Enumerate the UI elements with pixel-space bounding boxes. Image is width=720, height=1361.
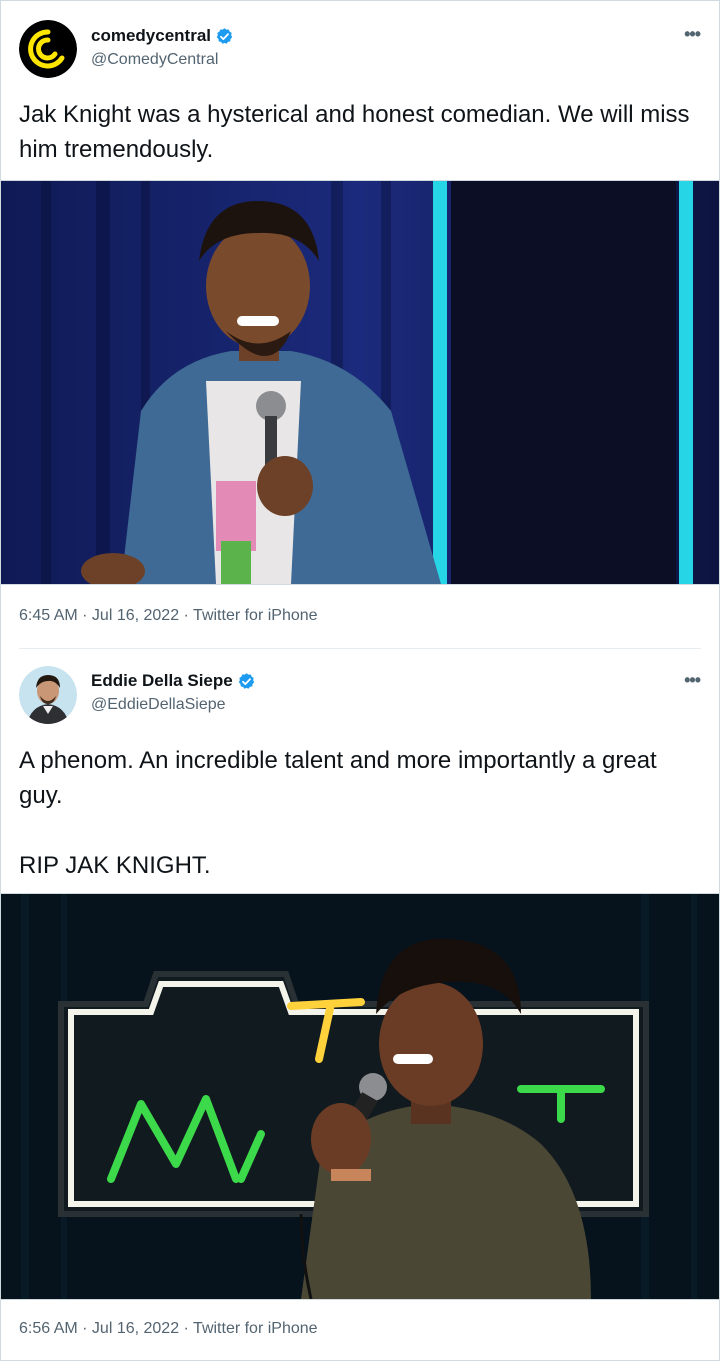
- tweet-time[interactable]: 6:56 AM: [19, 1320, 78, 1337]
- tweet-text: Jak Knight was a hysterical and honest c…: [19, 101, 697, 163]
- meta-separator: ·: [77, 607, 92, 624]
- verified-badge-icon: [238, 672, 254, 689]
- comedian-on-stage-photo: [1, 181, 719, 584]
- tweet-metadata[interactable]: 6:56 AM · Jul 16, 2022 · Twitter for iPh…: [19, 1320, 318, 1338]
- tweet-card[interactable]: comedycentral @ComedyCentral ••• Jak Kni…: [0, 0, 720, 650]
- tweet-date[interactable]: Jul 16, 2022: [92, 607, 179, 624]
- more-horizontal-icon[interactable]: •••: [684, 24, 701, 45]
- meta-separator: ·: [179, 1320, 194, 1337]
- tweet-time[interactable]: 6:45 AM: [19, 607, 78, 624]
- comedy-central-logo-icon: [19, 20, 77, 78]
- author-row[interactable]: Eddie Della Siepe: [91, 671, 256, 691]
- meta-separator: ·: [179, 607, 194, 624]
- comedian-neon-sign-photo: [1, 894, 719, 1299]
- tweet-date[interactable]: Jul 16, 2022: [92, 1320, 179, 1337]
- display-name[interactable]: Eddie Della Siepe: [91, 671, 233, 691]
- tweet-source[interactable]: Twitter for iPhone: [193, 607, 318, 624]
- tweet-text: A phenom. An incredible talent and more …: [19, 747, 657, 879]
- more-horizontal-icon[interactable]: •••: [684, 670, 701, 691]
- tweet-photo[interactable]: [1, 893, 719, 1300]
- tweet-metadata[interactable]: 6:45 AM · Jul 16, 2022 · Twitter for iPh…: [19, 607, 318, 625]
- tweet-source[interactable]: Twitter for iPhone: [193, 1320, 318, 1337]
- profile-photo-icon: [19, 666, 77, 724]
- handle[interactable]: @EddieDellaSiepe: [91, 696, 226, 714]
- author-row[interactable]: comedycentral: [91, 26, 234, 46]
- tweet-divider: [19, 648, 701, 649]
- handle[interactable]: @ComedyCentral: [91, 51, 218, 69]
- verified-badge-icon: [216, 27, 233, 44]
- eddie-avatar[interactable]: [19, 666, 77, 724]
- comedy-central-avatar[interactable]: [19, 20, 77, 78]
- tweet-photo[interactable]: [1, 180, 719, 585]
- display-name[interactable]: comedycentral: [91, 26, 211, 46]
- meta-separator: ·: [77, 1320, 92, 1337]
- tweet-card[interactable]: Eddie Della Siepe @EddieDellaSiepe ••• A…: [0, 650, 720, 1361]
